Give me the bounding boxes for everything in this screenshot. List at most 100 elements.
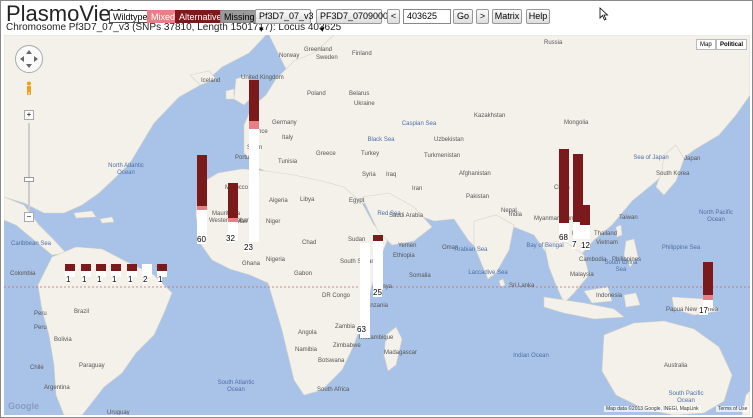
alternative-segment — [81, 264, 91, 271]
country-label: Ukraine — [354, 101, 375, 107]
sample-bar[interactable] — [703, 262, 713, 308]
sample-bar[interactable] — [228, 183, 238, 241]
country-label: Indonesia — [596, 293, 623, 299]
country-label: Brazil — [74, 309, 90, 315]
sample-count: 32 — [226, 234, 235, 243]
locus-input[interactable]: 403625 — [403, 9, 451, 24]
sample-bar[interactable] — [580, 205, 590, 239]
sample-count: 25 — [373, 288, 382, 297]
ocean-label: South Atlantic Ocean — [217, 380, 255, 393]
next-button[interactable]: > — [476, 9, 489, 24]
mixed-segment — [249, 121, 259, 129]
country-label: Japan — [684, 156, 701, 162]
legend-alternative: Alternative — [175, 10, 226, 23]
sample-count: 23 — [244, 243, 253, 252]
country-label: Argentina — [44, 385, 70, 391]
country-label: Poland — [307, 91, 326, 97]
alternative-segment — [559, 149, 569, 223]
pan-control[interactable] — [15, 45, 43, 73]
country-label: Taiwan — [619, 215, 638, 221]
sample-bar[interactable] — [249, 80, 259, 242]
country-label: Nepal — [501, 208, 517, 214]
country-label: Colombia — [10, 271, 36, 277]
alternative-segment — [249, 80, 259, 121]
pan-arrows-icon — [20, 50, 38, 68]
chromosome-select[interactable]: Pf3D7_07_v3 ▾ — [255, 9, 314, 34]
ocean-label: Laccadive Sea — [468, 270, 508, 276]
country-label: Tunisia — [278, 159, 298, 165]
country-label: Chile — [30, 365, 44, 371]
ocean-label: Arabian Sea — [454, 247, 488, 253]
alternative-segment — [127, 264, 137, 271]
zoom-out-button[interactable]: − — [24, 212, 34, 222]
country-label: Iraq — [386, 172, 397, 178]
gene-select[interactable]: PF3D7_0709000 ▾ — [316, 9, 388, 34]
world-map[interactable]: Greenland Iceland Norway Sweden Finland Russi… — [4, 35, 750, 415]
ocean-label: Philippine Sea — [661, 245, 701, 251]
country-label: Pakistan — [466, 194, 490, 200]
country-label: Sweden — [316, 55, 338, 61]
country-label: Turkey — [361, 151, 380, 157]
sample-bar[interactable] — [197, 155, 207, 237]
zoom-slider-track[interactable] — [28, 123, 30, 211]
ocean-label: South Pacific Ocean — [668, 391, 704, 404]
sample-count: 1 — [158, 275, 163, 284]
country-label: Uruguay — [107, 410, 130, 415]
country-label: Mongolia — [564, 120, 589, 126]
country-label: Afghanistan — [459, 171, 491, 177]
ocean-label: Red Sea — [377, 211, 401, 217]
mixed-segment — [197, 206, 207, 210]
country-label: Greece — [316, 151, 336, 157]
ocean-label: Bay of Bengal — [526, 243, 564, 249]
sample-count: 2 — [143, 275, 148, 284]
country-label: Iceland — [201, 78, 221, 84]
sample-bar[interactable] — [559, 149, 569, 239]
country-label: Nigeria — [266, 257, 286, 263]
country-label: Angola — [298, 330, 317, 336]
country-label: Greenland — [304, 47, 333, 53]
sample-count: 1 — [97, 275, 102, 284]
go-button[interactable]: Go — [453, 9, 473, 24]
zoom-in-button[interactable]: + — [24, 110, 34, 120]
country-label: Libya — [300, 197, 315, 203]
country-label: Iran — [412, 186, 423, 192]
mixed-segment — [228, 218, 238, 222]
country-label: Finland — [352, 51, 372, 57]
country-label: Madagascar — [384, 350, 418, 356]
sample-count: 17 — [699, 306, 708, 315]
alternative-segment — [197, 155, 207, 206]
sample-count: 12 — [581, 241, 590, 250]
chevron-down-icon: ▾ — [259, 24, 264, 34]
ocean-label: North Atlantic Ocean — [108, 163, 144, 176]
sample-count: 63 — [357, 325, 366, 334]
map-type-political-button[interactable]: Political — [716, 39, 748, 50]
google-logo: Google — [8, 401, 39, 411]
country-label: Zambia — [335, 324, 356, 330]
country-label: South Korea — [656, 171, 690, 177]
country-label: Zimbabwe — [333, 343, 361, 349]
country-label: Ghana — [242, 261, 261, 267]
alternative-segment — [703, 262, 713, 295]
country-label: Thailand — [594, 231, 618, 237]
previous-button[interactable]: < — [387, 9, 400, 24]
country-label: Somalia — [409, 273, 431, 279]
matrix-button[interactable]: Matrix — [492, 9, 522, 24]
legend-wildtype: Wildtype — [109, 10, 152, 23]
help-button[interactable]: Help — [526, 9, 550, 24]
sample-count: 60 — [197, 235, 206, 244]
chromosome-select-value: Pf3D7_07_v3 — [259, 11, 314, 21]
country-label: Peru — [34, 325, 47, 331]
map-attribution: Map data ©2013 Google, INEGI, MapLink — [604, 406, 701, 412]
zoom-slider-handle[interactable] — [24, 177, 34, 182]
country-label: Chad — [302, 240, 317, 246]
alternative-segment — [228, 183, 238, 218]
alternative-segment — [157, 264, 167, 271]
sample-bar[interactable] — [360, 243, 370, 338]
street-view-pegman-icon[interactable] — [25, 81, 33, 95]
map-type-map-button[interactable]: Map — [696, 39, 716, 50]
country-label: DR Congo — [322, 293, 351, 299]
ocean-label: Sea of Japan — [633, 155, 669, 161]
country-label: Sri Lanka — [509, 283, 535, 289]
terms-of-use-link[interactable]: Terms of Use — [716, 406, 750, 412]
sample-bar[interactable] — [373, 235, 383, 290]
